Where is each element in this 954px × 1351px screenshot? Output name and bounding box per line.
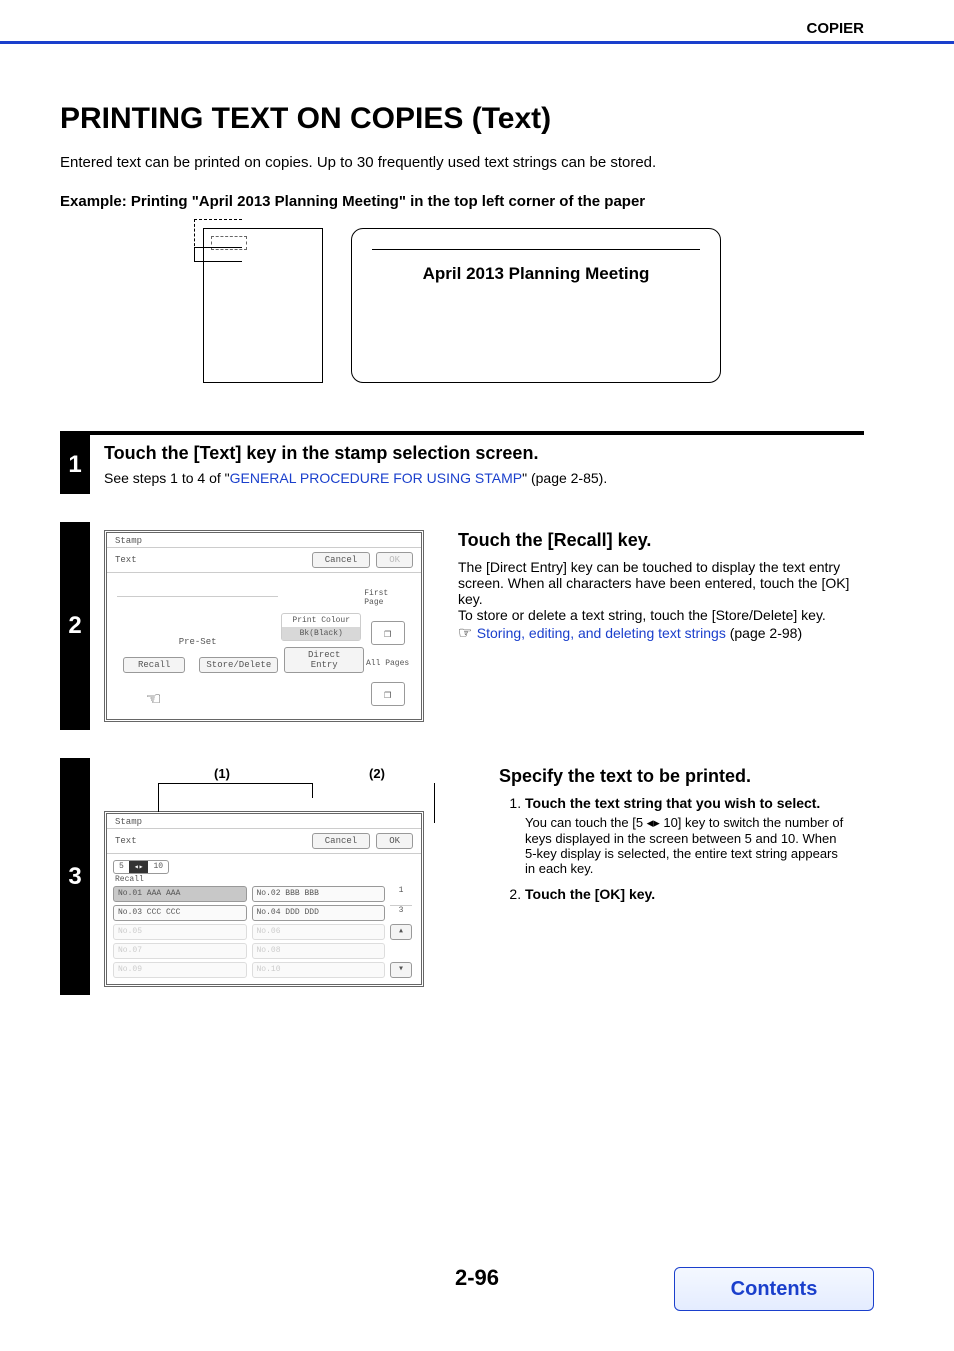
tp2-first-page-label: First Page [364,589,411,607]
large-page-diagram: April 2013 Planning Meeting [351,228,721,383]
tp3-item-05[interactable]: No.05 [113,924,247,940]
tp2-ok-button[interactable]: OK [376,552,413,568]
step2-title: Touch the [Recall] key. [458,530,850,551]
step2-touchpanel: Stamp Text Cancel OK Pre-Set Recal [104,530,424,722]
step1-text: See steps 1 to 4 of "GENERAL PROCEDURE F… [104,470,850,486]
tp3-item-06[interactable]: No.06 [252,924,386,940]
step3-li1: Touch the text string that you wish to s… [525,795,850,876]
tp3-count-bot: 3 [390,905,412,921]
tp2-tab-stamp: Stamp [115,536,142,546]
tp3-recall-label: Recall [113,875,415,886]
tp3-item-09[interactable]: No.09 [113,962,247,978]
page-title: PRINTING TEXT ON COPIES (Text) [60,102,864,136]
tp3-item-10[interactable]: No.10 [252,962,386,978]
tp3-cancel-button[interactable]: Cancel [312,833,370,849]
step1-title: Touch the [Text] key in the stamp select… [104,443,850,464]
tp2-print-colour-group[interactable]: Print Colour Bk(Black) [281,613,361,641]
callout-1: (1) [104,766,340,781]
tp3-5-10-toggle[interactable]: 5 ◂▸ 10 [113,860,169,874]
step-number-2: 2 [60,522,90,730]
tp2-cancel-button[interactable]: Cancel [312,552,370,568]
tp3-item-04[interactable]: No.04 DDD DDD [252,905,386,921]
illustration: April 2013 Planning Meeting [60,228,864,383]
step3-touchpanel-wrapper: (1) (2) Stamp Text Cancel OK [104,766,465,987]
tp3-scroll-up-button[interactable]: ▴ [390,924,412,940]
tp2-first-page-icon[interactable]: ❐ [371,621,405,645]
step3-li2: Touch the [OK] key. [525,886,850,902]
tp3-item-08[interactable]: No.08 [252,943,386,959]
tp3-tab-stamp: Stamp [115,817,142,827]
step2-link[interactable]: Storing, editing, and deleting text stri… [477,625,726,641]
tp2-all-pages-label: All Pages [366,659,409,668]
tp3-item-02[interactable]: No.02 BBB BBB [252,886,386,902]
stamp-preview-text: April 2013 Planning Meeting [372,264,700,284]
tp3-item-03[interactable]: No.03 CCC CCC [113,905,247,921]
tp2-all-pages-icon[interactable]: ❐ [371,682,405,706]
example-label: Example: Printing "April 2013 Planning M… [60,193,864,210]
step-number-1: 1 [60,435,90,494]
tp2-direct-entry-button[interactable]: Direct Entry [284,647,364,673]
tp3-item-01[interactable]: No.01 AAA AAA [113,886,247,902]
pointer-icon: ☞ [458,625,477,642]
step-number-3: 3 [60,758,90,995]
contents-button[interactable]: Contents [674,1267,874,1311]
callout-2: (2) [340,766,414,781]
step2-p1: The [Direct Entry] key can be touched to… [458,559,850,607]
tp3-scroll-down-button[interactable]: ▾ [390,962,412,978]
step3-title: Specify the text to be printed. [499,766,850,787]
tp3-count-top: 1 [390,886,412,902]
tp3-ok-button[interactable]: OK [376,833,413,849]
step2-p2: To store or delete a text string, touch … [458,607,850,623]
tp2-preset-label: Pre-Set [117,607,278,647]
intro-paragraph: Entered text can be printed on copies. U… [60,154,864,171]
tp2-recall-button[interactable]: Recall [123,657,185,673]
tp3-item-07[interactable]: No.07 [113,943,247,959]
tp3-subtab-text: Text [115,836,137,846]
section-header: COPIER [806,20,864,37]
step1-link[interactable]: GENERAL PROCEDURE FOR USING STAMP [230,470,522,486]
small-page-diagram [203,228,323,383]
tp2-subtab-text: Text [115,555,137,565]
hand-cursor-icon: ☜ [147,687,308,713]
tp2-store-delete-button[interactable]: Store/Delete [199,657,278,673]
